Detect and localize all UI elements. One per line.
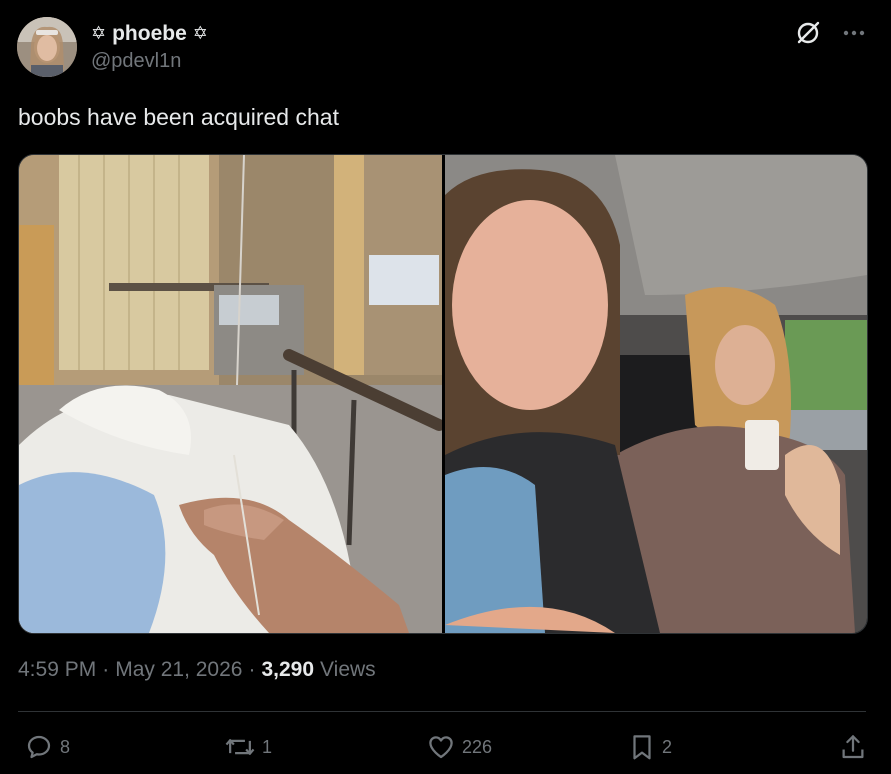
- tweet: ✡ phoebe ✡ @pdevl1n boobs have been acqu…: [0, 0, 891, 774]
- meta-separator: ·: [248, 658, 256, 681]
- reply-count: 8: [60, 736, 71, 757]
- views-label: Views: [320, 658, 376, 681]
- grok-icon[interactable]: [795, 20, 821, 46]
- views-count: 3,290: [261, 658, 315, 681]
- display-name[interactable]: ✡ phoebe ✡: [91, 21, 208, 46]
- tweet-date[interactable]: May 21, 2026: [115, 658, 242, 682]
- like-button[interactable]: 226: [426, 732, 492, 762]
- photo-hospital[interactable]: [19, 155, 442, 633]
- share-button[interactable]: [839, 732, 867, 762]
- tweet-text: boobs have been acquired chat: [18, 104, 339, 130]
- reply-icon: [24, 732, 54, 762]
- divider: [18, 711, 866, 712]
- bookmark-button[interactable]: 2: [628, 732, 672, 762]
- media-grid: [18, 154, 868, 634]
- star-left-icon: ✡: [91, 22, 107, 43]
- like-count: 226: [462, 736, 493, 757]
- repost-icon: [224, 732, 256, 762]
- reply-button[interactable]: 8: [24, 732, 70, 762]
- author-names: ✡ phoebe ✡ @pdevl1n: [91, 21, 208, 73]
- bookmark-icon: [628, 732, 656, 762]
- like-icon: [426, 732, 456, 762]
- avatar[interactable]: [17, 17, 77, 77]
- tweet-time[interactable]: 4:59 PM: [18, 658, 96, 682]
- bookmark-count: 2: [662, 736, 673, 757]
- display-name-text: phoebe: [112, 21, 187, 45]
- handle[interactable]: @pdevl1n: [91, 49, 208, 73]
- photo-car-selfie[interactable]: [445, 155, 867, 633]
- star-right-icon: ✡: [192, 22, 208, 43]
- meta-separator: ·: [102, 658, 110, 681]
- repost-button[interactable]: 1: [224, 732, 272, 762]
- repost-count: 1: [262, 736, 273, 757]
- share-icon: [839, 732, 867, 762]
- top-actions: [795, 20, 865, 46]
- tweet-header: ✡ phoebe ✡ @pdevl1n: [17, 17, 208, 77]
- more-icon[interactable]: [843, 30, 865, 36]
- engagement-bar: 8 1 226 2: [24, 732, 867, 764]
- tweet-meta: 4:59 PM · May 21, 2026 · 3,290 Views: [18, 658, 376, 682]
